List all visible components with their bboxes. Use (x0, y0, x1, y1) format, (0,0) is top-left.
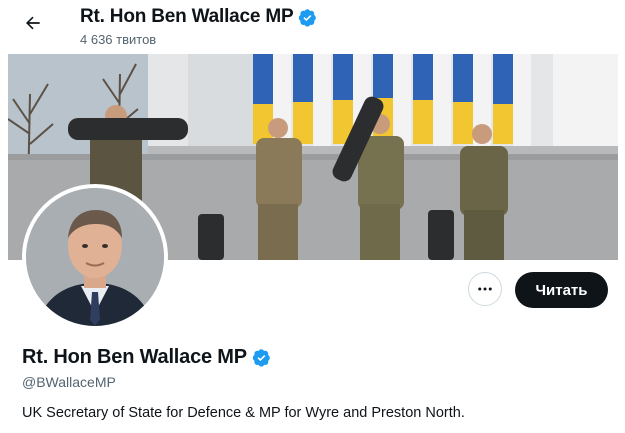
profile-handle: @BWallaceMP (22, 374, 116, 390)
profile-bio: UK Secretary of State for Defence & MP f… (22, 405, 465, 421)
header-title: Rt. Hon Ben Wallace MP (80, 6, 294, 27)
avatar-photo (26, 188, 164, 326)
profile-avatar[interactable] (22, 184, 168, 330)
verified-badge-icon (299, 8, 317, 27)
profile-name-row: Rt. Hon Ben Wallace MP (22, 346, 271, 369)
header-title-row: Rt. Hon Ben Wallace MP (80, 6, 317, 28)
more-horizontal-icon (478, 287, 492, 291)
follow-button[interactable]: Читать (515, 272, 608, 308)
back-button[interactable] (20, 10, 46, 36)
profile-header-bar: Rt. Hon Ben Wallace MP 4 636 твитов (0, 0, 625, 54)
verified-badge-icon (252, 349, 270, 367)
arrow-left-icon (26, 16, 40, 30)
avatar (26, 188, 164, 326)
profile-display-name: Rt. Hon Ben Wallace MP (22, 346, 247, 368)
more-options-button[interactable] (468, 272, 502, 306)
tweet-count: 4 636 твитов (80, 32, 157, 47)
